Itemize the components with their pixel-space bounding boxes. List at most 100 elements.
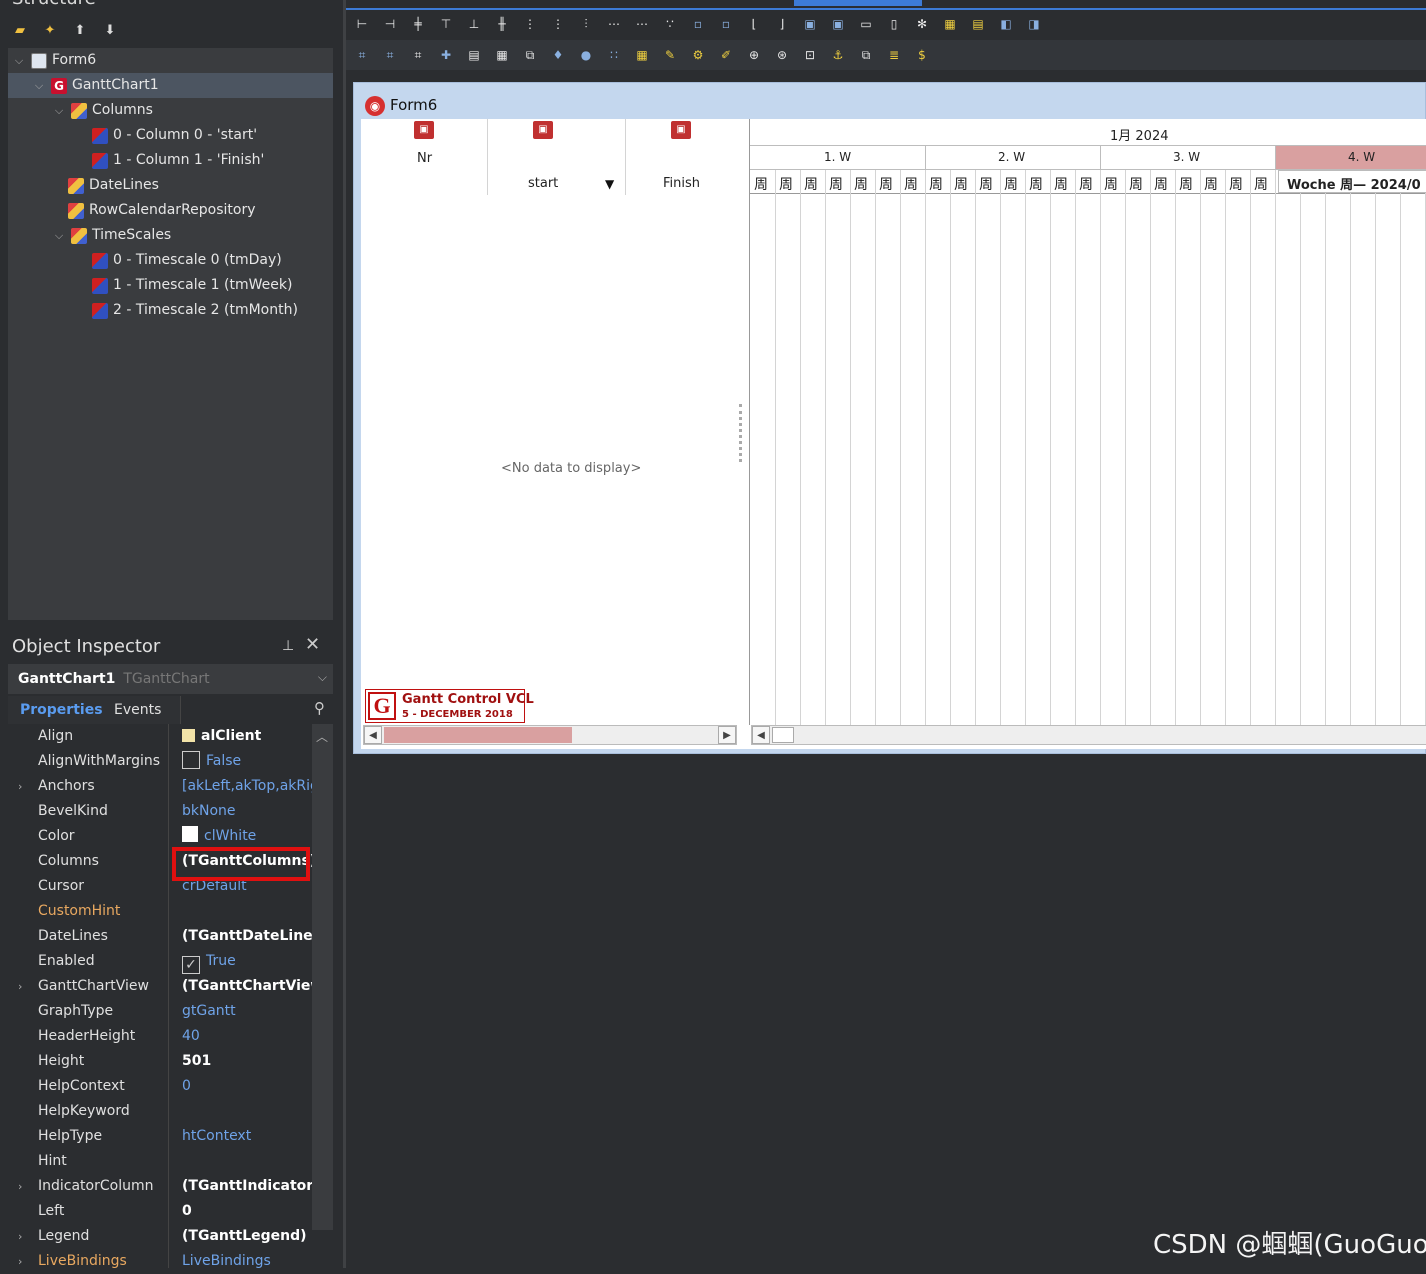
- scroll-thumb[interactable]: [772, 727, 794, 743]
- property-value[interactable]: clWhite: [204, 828, 256, 844]
- property-row[interactable]: Color clWhite: [8, 824, 312, 849]
- align-middle-icon[interactable]: ╫: [492, 14, 512, 34]
- property-row[interactable]: Height 501: [8, 1049, 312, 1074]
- center-window-icon[interactable]: ▣: [800, 14, 820, 34]
- property-value[interactable]: gtGantt: [182, 999, 314, 1024]
- property-row[interactable]: HelpKeyword: [8, 1099, 312, 1124]
- center-h-icon[interactable]: ⫶: [576, 14, 596, 34]
- space-h-dec-icon[interactable]: ∵: [660, 14, 680, 34]
- property-row[interactable]: › GanttChartView (TGanttChartView): [8, 974, 314, 999]
- tree-node-timescale-0[interactable]: 0 - Timescale 0 (tmDay): [92, 248, 282, 273]
- dollar-icon[interactable]: $: [912, 45, 932, 65]
- chevron-down-icon[interactable]: ⌵: [52, 223, 66, 248]
- center-window-v-icon[interactable]: ▣: [828, 14, 848, 34]
- search-icon[interactable]: ⚲: [314, 699, 325, 717]
- align-bottom-icon[interactable]: ⊥: [464, 14, 484, 34]
- pencil-icon[interactable]: ✎: [660, 45, 680, 65]
- tree-node-columns[interactable]: ⌵ Columns: [52, 98, 153, 123]
- chevron-right-icon[interactable]: ›: [18, 1224, 22, 1249]
- folder-open-icon[interactable]: ▰: [10, 22, 30, 40]
- property-row[interactable]: Left 0: [8, 1199, 312, 1224]
- chevron-right-icon[interactable]: ›: [18, 1249, 22, 1274]
- property-row[interactable]: HelpType htContext: [8, 1124, 312, 1149]
- lock-icon[interactable]: ⌗: [408, 45, 428, 65]
- align-yellow-icon[interactable]: ⚙: [688, 45, 708, 65]
- column-header-finish[interactable]: Finish: [663, 176, 700, 191]
- tree-node-ganttchart1[interactable]: ⌵ G GanttChart1: [8, 73, 333, 98]
- select-all-icon[interactable]: ⌗: [380, 45, 400, 65]
- property-row[interactable]: › LiveBindings LiveBindings: [8, 1249, 312, 1274]
- property-row[interactable]: AlignWithMargins False: [8, 749, 312, 774]
- chevron-right-icon[interactable]: ›: [18, 974, 22, 999]
- chart-hscrollbar[interactable]: ◀: [751, 725, 1426, 745]
- property-row[interactable]: Enabled ✓ True: [8, 949, 312, 974]
- property-value[interactable]: LiveBindings: [182, 1249, 314, 1274]
- tree-node-column-1[interactable]: 1 - Column 1 - 'Finish': [92, 148, 264, 173]
- grid-pin-icon[interactable]: ✚: [436, 45, 456, 65]
- checkbox-checked[interactable]: ✓: [182, 956, 200, 974]
- property-row[interactable]: BevelKind bkNone: [8, 799, 312, 824]
- scroll-thumb[interactable]: [384, 727, 572, 743]
- tree-node-timescale-1[interactable]: 1 - Timescale 1 (tmWeek): [92, 273, 292, 298]
- size-width-icon[interactable]: ▫: [688, 14, 708, 34]
- property-value[interactable]: (TGanttLegend): [182, 1224, 314, 1249]
- property-row[interactable]: › Legend (TGanttLegend): [8, 1224, 312, 1249]
- tree-node-datelines[interactable]: DateLines: [68, 173, 159, 198]
- property-value[interactable]: bkNone: [182, 799, 314, 824]
- form-window[interactable]: ◉ Form6 ▣ ▣ ▣ Nr start ▼ Finish <No data…: [353, 82, 1426, 754]
- dots-icon[interactable]: ∷: [604, 45, 624, 65]
- tree-node-form6[interactable]: ⌵ Form6: [12, 48, 96, 73]
- property-row[interactable]: Align alClient: [8, 724, 312, 749]
- lifebuoy-icon[interactable]: ⊛: [772, 45, 792, 65]
- windows-icon[interactable]: ◧: [996, 14, 1016, 34]
- arrow-down-icon[interactable]: ⬇: [100, 22, 120, 40]
- scroll-left-icon[interactable]: ◀: [752, 726, 770, 744]
- anchor-icon[interactable]: ⚓: [828, 45, 848, 65]
- space-equal-icon[interactable]: ⋮: [520, 14, 540, 34]
- layers-icon[interactable]: ⧉: [856, 45, 876, 65]
- paint-icon[interactable]: ♦: [548, 45, 568, 65]
- edit-icon[interactable]: ✐: [716, 45, 736, 65]
- property-value[interactable]: 40: [182, 1024, 314, 1049]
- size-height-icon[interactable]: ▫: [716, 14, 736, 34]
- folder-star-icon[interactable]: ✦: [40, 22, 60, 40]
- zoom-icon[interactable]: ⊕: [744, 45, 764, 65]
- chevron-right-icon[interactable]: ›: [18, 1174, 22, 1199]
- copy-icon[interactable]: ⧉: [520, 45, 540, 65]
- gantt-chart[interactable]: ▣ ▣ ▣ Nr start ▼ Finish <No data to disp…: [361, 119, 1426, 749]
- grid-snap-icon[interactable]: ▤: [968, 14, 988, 34]
- grid-divider[interactable]: [168, 724, 169, 1268]
- scroll-left-icon[interactable]: ◀: [364, 726, 382, 744]
- property-row[interactable]: CustomHint: [8, 899, 312, 924]
- caret-down-icon[interactable]: ▼: [605, 177, 614, 191]
- property-value[interactable]: False: [206, 753, 241, 769]
- column-header-nr[interactable]: Nr: [417, 151, 432, 166]
- select-icon[interactable]: ⌗: [352, 45, 372, 65]
- grid-yellow-icon[interactable]: ▦: [632, 45, 652, 65]
- property-row[interactable]: GraphType gtGantt: [8, 999, 312, 1024]
- gear-icon[interactable]: ✻: [912, 14, 932, 34]
- align-left-icon[interactable]: ⊢: [352, 14, 372, 34]
- tab-properties[interactable]: Properties: [20, 696, 103, 724]
- property-row[interactable]: › Anchors [akLeft,akTop,akRight,akBottom…: [8, 774, 314, 799]
- tree-node-timescales[interactable]: ⌵ TimeScales: [52, 223, 171, 248]
- chevron-down-icon[interactable]: ⌵: [32, 73, 46, 98]
- property-row[interactable]: › IndicatorColumn (TGanttIndicatorColumn…: [8, 1174, 314, 1199]
- size-min-icon[interactable]: ⌊: [744, 14, 764, 34]
- tab-events[interactable]: Events: [114, 696, 161, 724]
- property-value[interactable]: [akLeft,akTop,akRight,akBottom]: [182, 774, 314, 799]
- bring-front-icon[interactable]: ▭: [856, 14, 876, 34]
- pin-icon[interactable]: ⊥: [282, 638, 294, 654]
- tabs-icon[interactable]: ◨: [1024, 14, 1044, 34]
- grid-icon[interactable]: ▦: [940, 14, 960, 34]
- property-value[interactable]: alClient: [201, 728, 261, 744]
- scrollbar[interactable]: [312, 724, 333, 1230]
- property-value[interactable]: 501: [182, 1049, 314, 1074]
- table-icon[interactable]: ▦: [492, 45, 512, 65]
- tree-node-timescale-2[interactable]: 2 - Timescale 2 (tmMonth): [92, 298, 298, 323]
- search-doc-icon[interactable]: ⊡: [800, 45, 820, 65]
- dot-icon[interactable]: ●: [576, 45, 596, 65]
- property-value[interactable]: True: [206, 953, 236, 969]
- property-row[interactable]: HeaderHeight 40: [8, 1024, 312, 1049]
- size-max-icon[interactable]: ⌋: [772, 14, 792, 34]
